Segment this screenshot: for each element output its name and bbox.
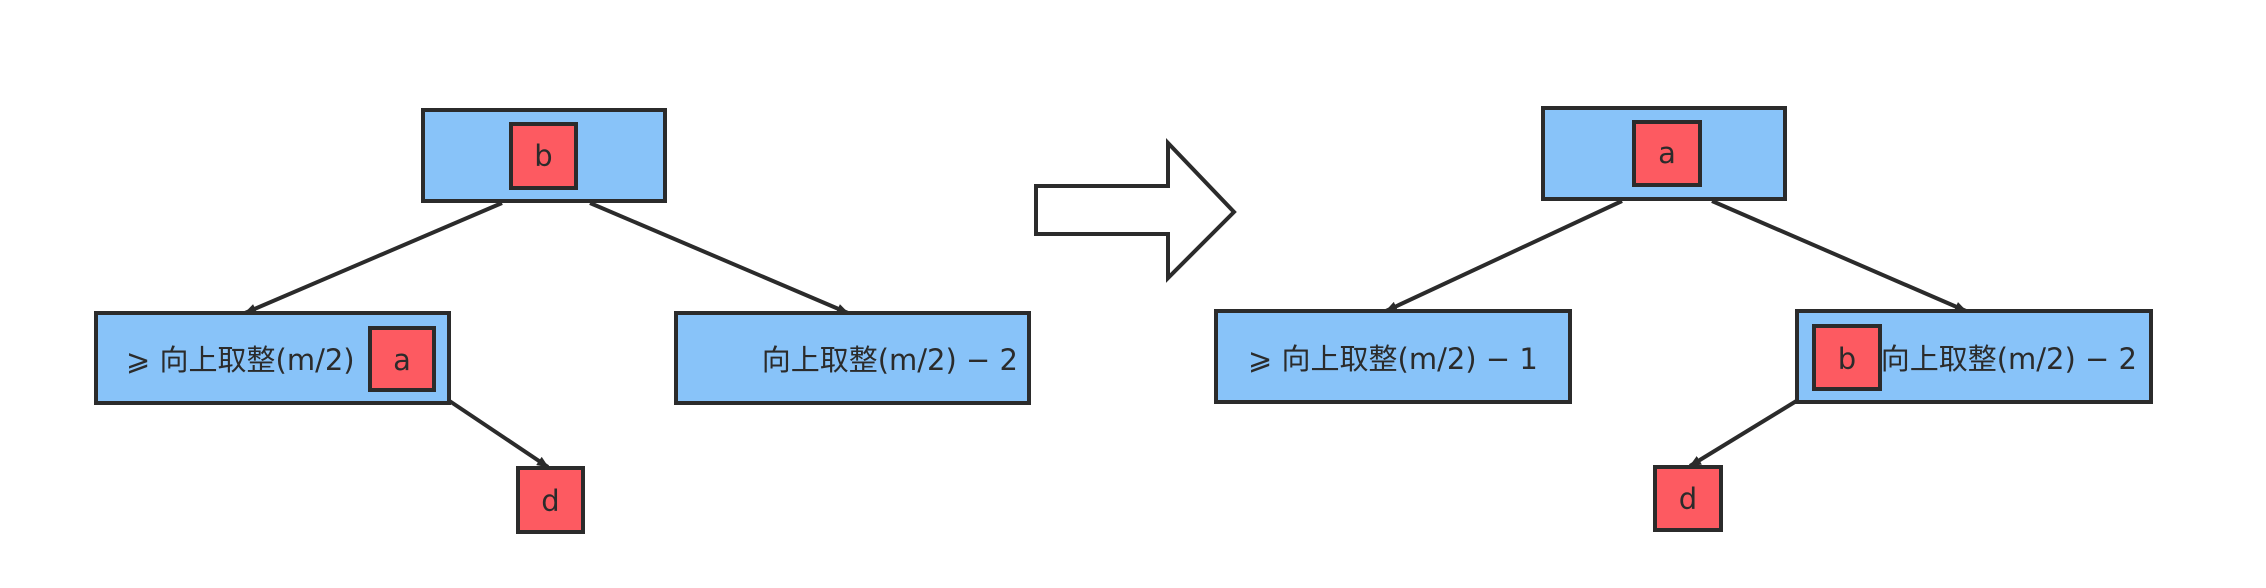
after-left-node-label: ⩾ 向上取整(m/2) − 1 xyxy=(1248,342,1538,376)
after-root-key-label: a xyxy=(1658,136,1676,170)
before-edge-left-to-grandchild xyxy=(446,398,550,469)
after-right-node-label: 向上取整(m/2) − 2 xyxy=(1881,342,2137,376)
before-grandchild-key-label: d xyxy=(541,484,559,518)
transform-arrow-icon xyxy=(1034,138,1237,283)
before-root-node: b xyxy=(421,108,667,203)
before-right-node: 向上取整(m/2) − 2 xyxy=(674,311,1031,405)
before-left-key-label: a xyxy=(393,343,411,377)
before-edge-root-to-left xyxy=(244,201,503,315)
after-root-node: a xyxy=(1541,106,1787,201)
before-root-key-label: b xyxy=(534,139,552,173)
before-left-node-label: ⩾ 向上取整(m/2) xyxy=(126,343,355,377)
b-tree-rotation-diagram: b ⩾ 向上取整(m/2) a 向上取整(m/2) − 2 d a ⩾ 向上取整… xyxy=(94,106,2153,534)
after-grandchild-node: d xyxy=(1653,465,1723,532)
before-left-node: ⩾ 向上取整(m/2) a xyxy=(94,311,451,405)
after-right-key-label: b xyxy=(1838,342,1856,376)
after-left-node: ⩾ 向上取整(m/2) − 1 xyxy=(1214,309,1572,404)
after-tree: a ⩾ 向上取整(m/2) − 1 b 向上取整(m/2) − 2 d xyxy=(1214,106,2153,532)
after-right-node: b 向上取整(m/2) − 2 xyxy=(1795,309,2153,404)
before-grandchild-node: d xyxy=(516,466,585,534)
after-grandchild-key-label: d xyxy=(1679,482,1697,516)
before-right-node-label: 向上取整(m/2) − 2 xyxy=(762,343,1018,377)
before-edge-root-to-right xyxy=(589,201,849,315)
before-tree: b ⩾ 向上取整(m/2) a 向上取整(m/2) − 2 d xyxy=(94,108,1031,534)
after-edge-root-to-left xyxy=(1385,199,1623,313)
after-edge-root-to-right xyxy=(1711,199,1967,313)
